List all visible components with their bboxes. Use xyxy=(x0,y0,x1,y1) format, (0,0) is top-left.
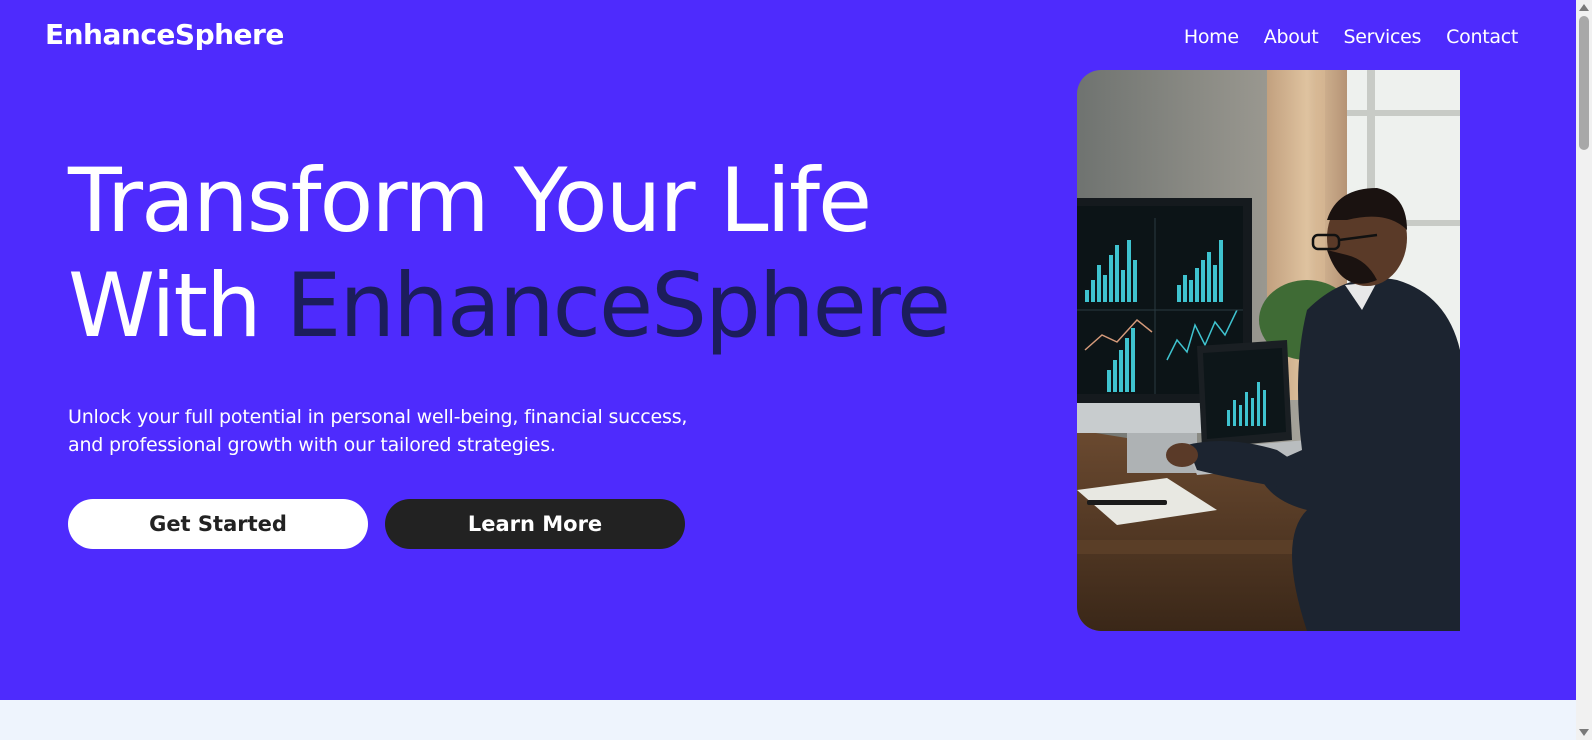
brand-logo[interactable]: EnhanceSphere xyxy=(45,18,284,51)
headline-accent: EnhanceSphere xyxy=(285,254,951,357)
learn-more-button[interactable]: Learn More xyxy=(385,499,685,549)
scroll-thumb[interactable] xyxy=(1579,16,1589,150)
get-started-button[interactable]: Get Started xyxy=(68,499,368,549)
nav-link-contact[interactable]: Contact xyxy=(1446,26,1518,48)
hero-section: EnhanceSphere Home About Services Contac… xyxy=(0,0,1576,700)
nav-link-services[interactable]: Services xyxy=(1343,26,1421,48)
scroll-down-arrow-icon[interactable] xyxy=(1579,729,1589,736)
page-scrollbar[interactable] xyxy=(1576,0,1592,740)
subtitle-line-2: and professional growth with our tailore… xyxy=(68,434,556,456)
hero-subtitle: Unlock your full potential in personal w… xyxy=(68,403,748,459)
headline-line-1: Transform Your Life xyxy=(68,149,872,252)
headline-with: With xyxy=(68,254,286,357)
nav-link-home[interactable]: Home xyxy=(1184,26,1239,48)
scroll-up-arrow-icon[interactable] xyxy=(1579,4,1589,11)
hero-image xyxy=(1077,70,1460,631)
main-nav: Home About Services Contact xyxy=(1184,26,1518,48)
subtitle-line-1: Unlock your full potential in personal w… xyxy=(68,406,688,428)
nav-link-about[interactable]: About xyxy=(1264,26,1319,48)
hero-headline: Transform Your Life With EnhanceSphere xyxy=(68,148,951,358)
